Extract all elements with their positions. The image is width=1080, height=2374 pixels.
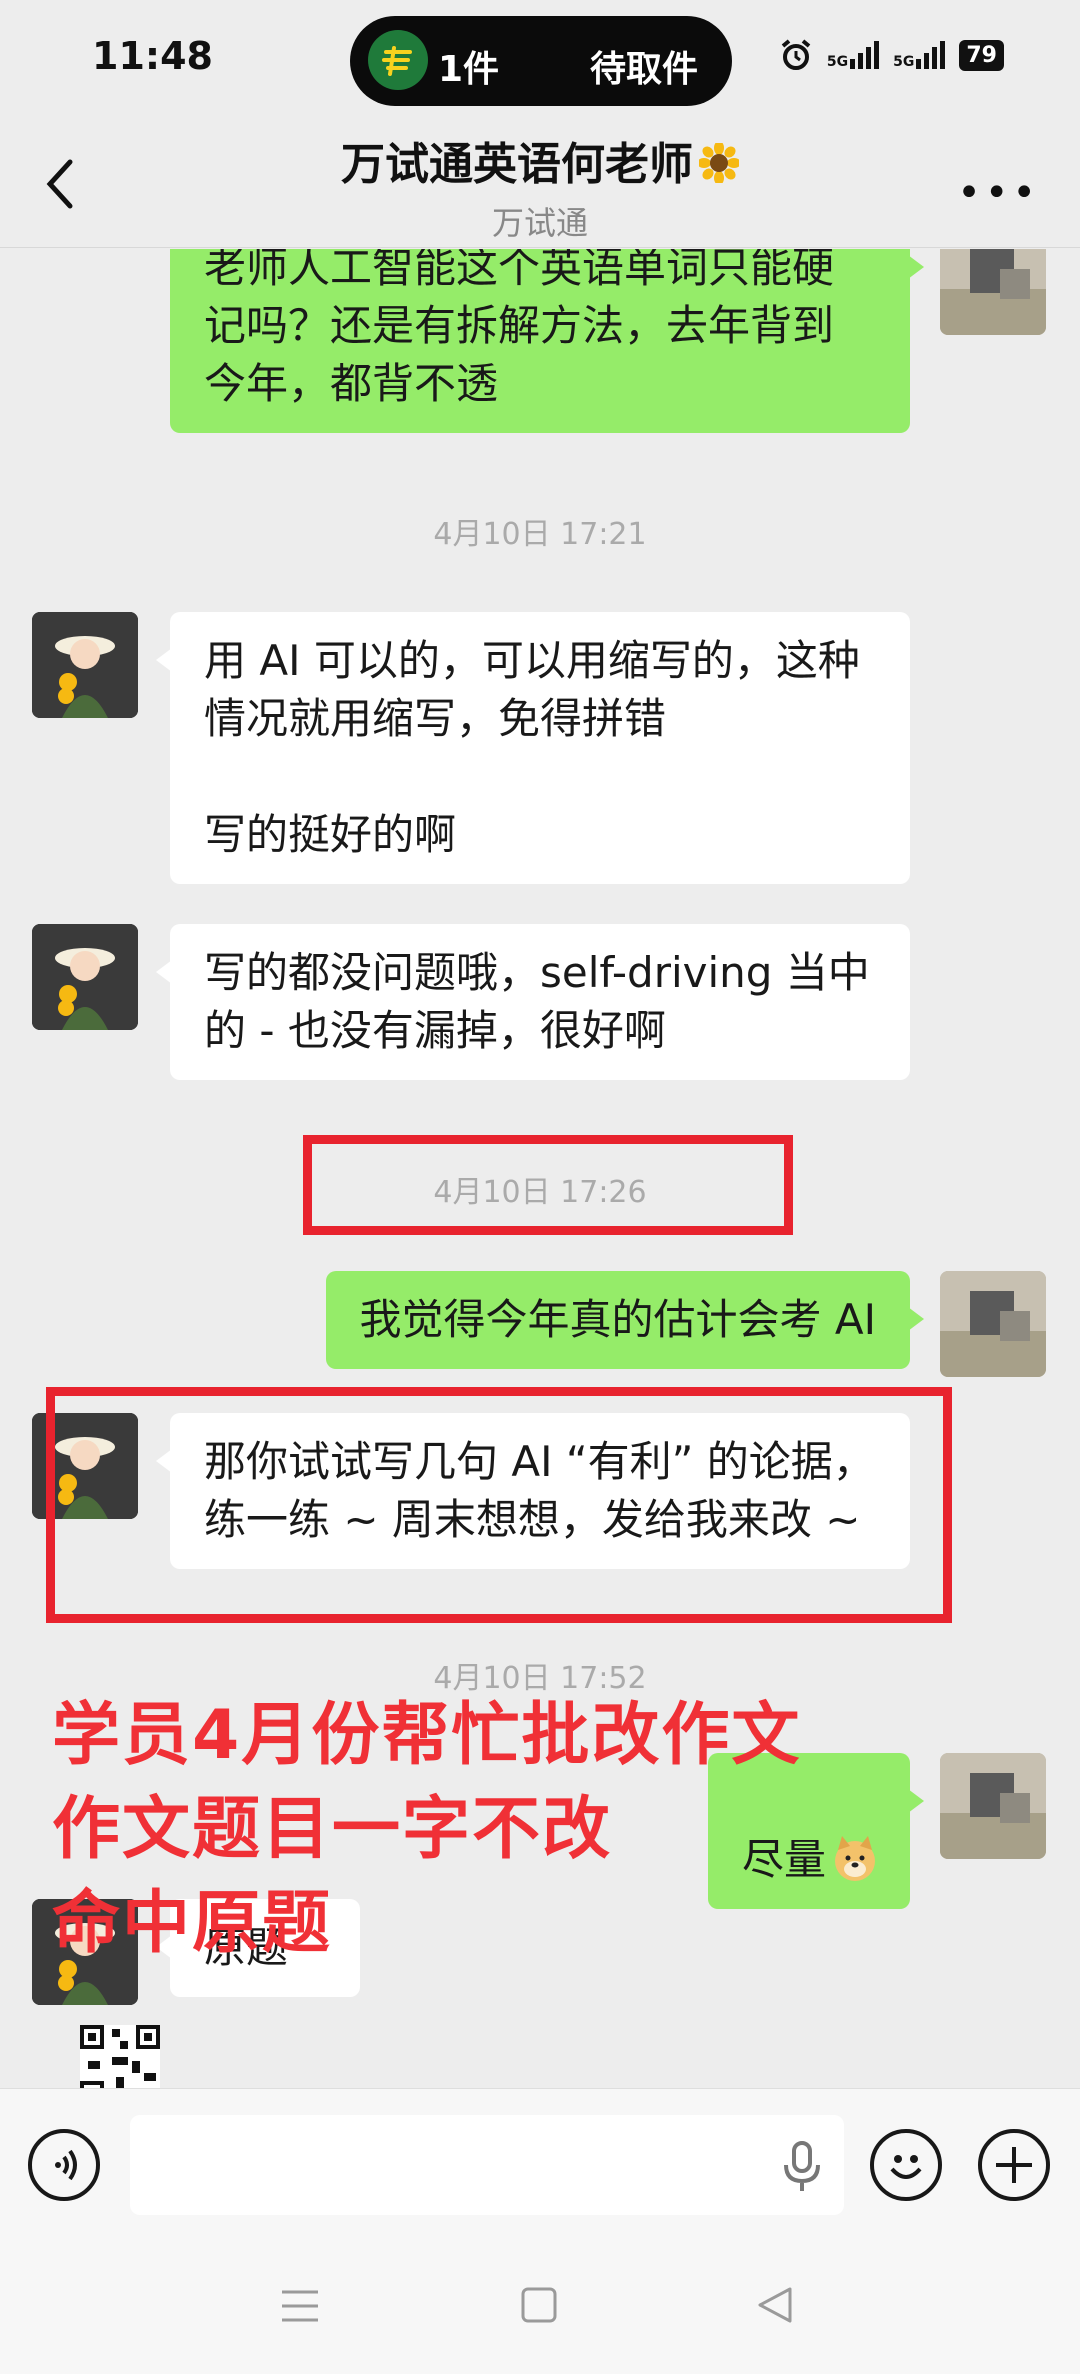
system-nav-bar bbox=[0, 2240, 1080, 2374]
signal-1-icon: 5G bbox=[827, 41, 880, 69]
doge-emoji-icon bbox=[835, 1836, 875, 1881]
message-bubble-outgoing[interactable]: 我觉得今年真的估计会考 AI bbox=[325, 1271, 925, 1369]
message-input[interactable] bbox=[130, 2115, 844, 2215]
alarm-icon bbox=[781, 39, 811, 70]
signal-2-icon: 5G bbox=[893, 41, 946, 69]
student-avatar[interactable] bbox=[940, 1271, 1046, 1377]
plus-button[interactable] bbox=[978, 2129, 1050, 2201]
voice-toggle-icon bbox=[55, 2149, 77, 2181]
emoji-button[interactable] bbox=[870, 2129, 942, 2201]
timestamp: 4月10日 17:21 bbox=[433, 517, 647, 552]
more-button[interactable]: ••• bbox=[957, 170, 1040, 216]
timestamp: 4月10日 17:52 bbox=[433, 1661, 647, 1696]
parcel-status: 待取件 bbox=[589, 49, 698, 90]
timestamp: 4月10日 17:26 bbox=[433, 1175, 647, 1210]
overlay-line-3: 命中原题 bbox=[52, 1884, 333, 1963]
teacher-avatar[interactable] bbox=[32, 924, 138, 1030]
avatar-image bbox=[940, 1753, 1046, 1859]
input-bar bbox=[0, 2088, 1080, 2240]
message-bubble-incoming[interactable]: 写的都没问题哦，self-driving 当中 的 - 也没有漏掉，很好啊 bbox=[156, 924, 910, 1080]
student-avatar[interactable] bbox=[940, 249, 1046, 335]
chat-header: 万试通英语何老师 万试通 ••• bbox=[0, 120, 1080, 248]
highlight-box-message bbox=[46, 1387, 952, 1623]
avatar-image bbox=[32, 612, 138, 718]
back-nav-icon[interactable] bbox=[756, 2285, 794, 2325]
parcel-count: 1件 bbox=[438, 49, 500, 90]
battery-icon: 79 bbox=[959, 39, 1004, 71]
overlay-line-2: 作文题目一字不改 bbox=[52, 1790, 613, 1869]
status-bar: 11:48 1件 待取件 5G 5G 79 bbox=[0, 0, 1080, 120]
post-logo-icon bbox=[368, 30, 428, 90]
message-bubble-incoming[interactable]: 用 AI 可以的，可以用缩写的，这种 情况就用缩写，免得拼错 写的挺好的啊 bbox=[156, 612, 910, 884]
overlay-caption: 学员4月份帮忙批改作文 作文题目一字不改 命中原题 bbox=[52, 1695, 801, 1965]
teacher-avatar[interactable] bbox=[32, 612, 138, 718]
plus-icon bbox=[996, 2147, 1032, 2183]
qr-code-image bbox=[80, 2025, 160, 2088]
avatar-image bbox=[940, 249, 1046, 335]
more-dots-icon: ••• bbox=[957, 170, 1040, 216]
dynamic-island-notification[interactable]: 1件 待取件 bbox=[350, 16, 732, 106]
chat-subtitle: 万试通 bbox=[491, 204, 588, 242]
avatar-image bbox=[32, 924, 138, 1030]
sunflower-icon bbox=[699, 143, 739, 183]
avatar-image bbox=[940, 1271, 1046, 1377]
chat-title: 万试通英语何老师 bbox=[0, 128, 1080, 192]
message-list[interactable]: 老师人工智能这个英语单词只能硬 记吗？还是有拆解方法，去年背到 今年，都背不透 … bbox=[0, 249, 1080, 2088]
emoji-icon bbox=[890, 2155, 922, 2179]
microphone-icon[interactable] bbox=[782, 2141, 822, 2193]
overlay-line-1: 学员4月份帮忙批改作文 bbox=[52, 1696, 802, 1775]
voice-toggle-button[interactable] bbox=[28, 2129, 100, 2201]
menu-nav-icon[interactable] bbox=[280, 2288, 320, 2324]
message-bubble-outgoing[interactable]: 老师人工智能这个英语单词只能硬 记吗？还是有拆解方法，去年背到 今年，都背不透 bbox=[170, 249, 924, 433]
home-nav-icon[interactable] bbox=[520, 2286, 558, 2324]
status-time: 11:48 bbox=[92, 34, 213, 78]
student-avatar[interactable] bbox=[940, 1753, 1046, 1859]
status-icons: 5G 5G 79 bbox=[779, 38, 1004, 72]
